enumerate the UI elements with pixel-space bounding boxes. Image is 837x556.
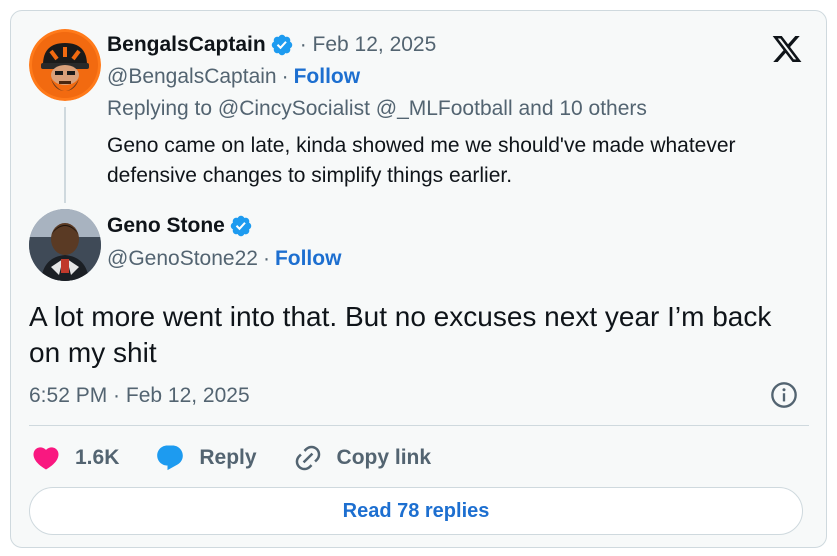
copy-link-label: Copy link	[336, 446, 432, 469]
x-logo-icon[interactable]	[770, 33, 804, 65]
handle-row: @GenoStone22 · Follow	[107, 247, 341, 271]
separator-dot: ·	[281, 65, 289, 88]
separator-dot: ·	[262, 247, 270, 270]
quoted-author-row: BengalsCaptain · Feb 12, 2025	[107, 33, 436, 57]
quoted-handle-row: @BengalsCaptain · Follow	[107, 65, 360, 89]
author-handle[interactable]: @GenoStone22	[107, 247, 258, 271]
link-icon	[295, 445, 320, 471]
quoted-handle[interactable]: @BengalsCaptain	[107, 65, 277, 89]
tweet-text: A lot more went into that. But no excuse…	[29, 301, 772, 368]
heart-icon	[33, 447, 59, 470]
tweet-embed-card: BengalsCaptain · Feb 12, 2025 @BengalsCa…	[10, 10, 827, 548]
read-replies-button[interactable]: Read 78 replies	[29, 487, 803, 535]
info-icon[interactable]	[770, 381, 798, 409]
author-name[interactable]: Geno Stone	[107, 214, 225, 238]
divider	[29, 425, 809, 426]
tweet-timestamp[interactable]: 6:52 PM · Feb 12, 2025	[29, 384, 250, 408]
reply-label: Reply	[199, 446, 257, 469]
quoted-tweet-text: Geno came on late, kinda showed me we sh…	[107, 134, 736, 187]
copy-link-button[interactable]: Copy link	[293, 443, 432, 473]
quoted-date[interactable]: · Feb 12, 2025	[300, 33, 437, 57]
quoted-author-name[interactable]: BengalsCaptain	[107, 33, 266, 57]
verified-badge-icon	[230, 215, 252, 237]
author-row: Geno Stone	[107, 214, 253, 238]
replying-to-text[interactable]: Replying to @CincySocialist @_MLFootball…	[107, 97, 647, 121]
like-button[interactable]: 1.6K	[31, 443, 119, 473]
avatar-genostone[interactable]	[29, 209, 101, 281]
follow-button[interactable]: Follow	[275, 247, 342, 271]
reply-button[interactable]: Reply	[155, 443, 257, 473]
speech-bubble-icon	[157, 445, 184, 471]
quoted-follow-button[interactable]: Follow	[294, 65, 361, 89]
verified-badge-icon	[271, 34, 292, 56]
action-bar: 1.6K Reply Copy link	[31, 441, 467, 475]
like-count: 1.6K	[75, 446, 120, 469]
avatar-bengalscaptain[interactable]	[29, 29, 101, 101]
thread-connector-line	[64, 107, 66, 203]
